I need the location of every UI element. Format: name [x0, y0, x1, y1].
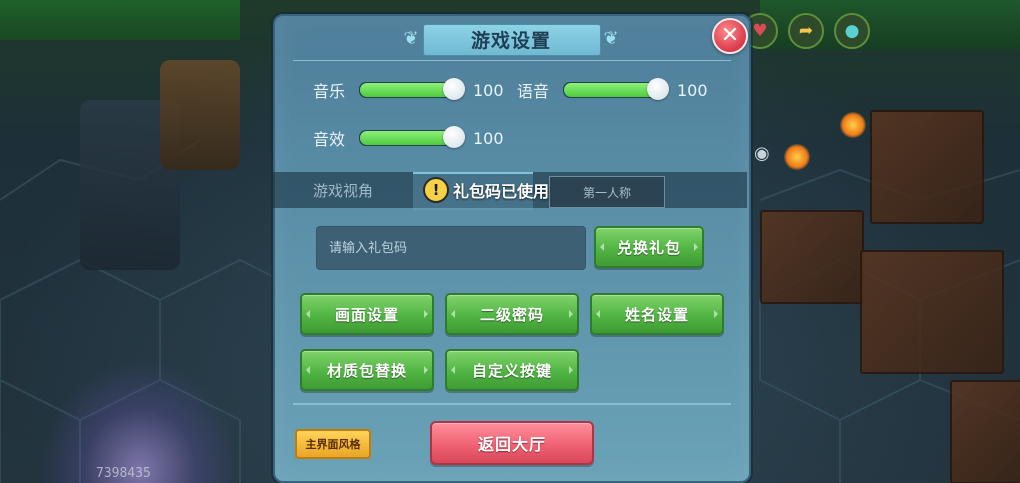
top-right-icon-bar: ♥ ➦ ● — [742, 13, 870, 49]
name-settings-label: 姓名设置 — [624, 305, 689, 324]
voice-slider-row: 语音 100 — [517, 78, 708, 102]
swirl-ornament-left-icon: ❦ — [403, 28, 419, 49]
campfire — [840, 112, 866, 138]
campfire — [784, 144, 810, 170]
share-arrow-icon[interactable]: ➦ — [788, 13, 824, 49]
sfx-value: 100 — [473, 128, 504, 148]
wooden-crate — [860, 250, 1004, 374]
wooden-crate — [760, 210, 864, 304]
water-drop-icon[interactable]: ● — [834, 13, 870, 49]
title-banner: ❦ ❦ 游戏设置 — [399, 24, 623, 56]
wooden-crate — [870, 110, 984, 224]
graphics-settings-button[interactable]: 画面设置 — [300, 293, 434, 335]
main-ui-style-label: 主界面风格 — [305, 438, 361, 451]
texture-pack-button[interactable]: 材质包替换 — [300, 349, 434, 391]
view-perspective-label: 游戏视角 — [313, 182, 374, 200]
toast-message: ! 礼包码已使用 — [423, 177, 549, 203]
music-slider-row: 音乐 100 — [313, 78, 504, 102]
voice-label: 语音 — [517, 82, 550, 101]
music-label: 音乐 — [313, 82, 346, 101]
magic-sparkle-effect — [40, 360, 240, 483]
music-value: 100 — [473, 80, 504, 100]
redeem-gift-label: 兑换礼包 — [616, 238, 681, 257]
view-option-first-person[interactable]: 第一人称 — [549, 176, 665, 208]
settings-dialog: ❦ ❦ 游戏设置 ✕ 音乐 100 语音 100 音效 100 游戏视角 第一人… — [273, 14, 751, 483]
name-settings-button[interactable]: 姓名设置 — [590, 293, 724, 335]
graphics-settings-label: 画面设置 — [334, 305, 399, 324]
close-icon: ✕ — [720, 23, 740, 48]
sfx-slider[interactable] — [359, 126, 465, 148]
toast-text: 礼包码已使用 — [453, 182, 550, 201]
player-id-number: 7398435 — [96, 466, 151, 481]
back-to-lobby-label: 返回大厅 — [477, 435, 546, 454]
music-slider-fill — [360, 83, 454, 97]
title-divider — [293, 60, 731, 61]
close-button[interactable]: ✕ — [712, 18, 748, 54]
view-option-first-person-label: 第一人称 — [582, 185, 631, 200]
wooden-crate — [950, 380, 1020, 483]
custom-keys-button[interactable]: 自定义按键 — [445, 349, 579, 391]
main-ui-style-button[interactable]: 主界面风格 — [295, 429, 371, 459]
music-slider[interactable] — [359, 78, 465, 100]
sfx-slider-row: 音效 100 — [313, 126, 504, 150]
dialog-title: 游戏设置 — [470, 29, 551, 52]
view-perspective-row: 游戏视角 第一人称 ! 礼包码已使用 — [273, 172, 747, 210]
second-password-label: 二级密码 — [479, 305, 544, 324]
sfx-slider-knob[interactable] — [443, 126, 465, 148]
voice-slider-knob[interactable] — [647, 78, 669, 100]
bottom-divider — [293, 403, 731, 405]
second-password-button[interactable]: 二级密码 — [445, 293, 579, 335]
warning-icon: ! — [423, 177, 449, 203]
texture-pack-label: 材质包替换 — [326, 361, 407, 380]
voice-slider[interactable] — [563, 78, 669, 100]
tree-foliage-left — [0, 0, 240, 40]
sfx-label: 音效 — [313, 130, 346, 149]
redeem-gift-button[interactable]: 兑换礼包 — [594, 226, 704, 268]
custom-keys-label: 自定义按键 — [471, 361, 552, 380]
swirl-ornament-right-icon: ❦ — [603, 28, 619, 49]
sfx-slider-fill — [360, 131, 454, 145]
gift-code-input[interactable] — [316, 226, 586, 270]
voice-value: 100 — [677, 80, 708, 100]
character-figure-2 — [160, 60, 240, 170]
eye-icon[interactable]: ◉ — [754, 145, 778, 163]
voice-slider-fill — [564, 83, 658, 97]
back-to-lobby-button[interactable]: 返回大厅 — [430, 421, 594, 465]
music-slider-knob[interactable] — [443, 78, 465, 100]
